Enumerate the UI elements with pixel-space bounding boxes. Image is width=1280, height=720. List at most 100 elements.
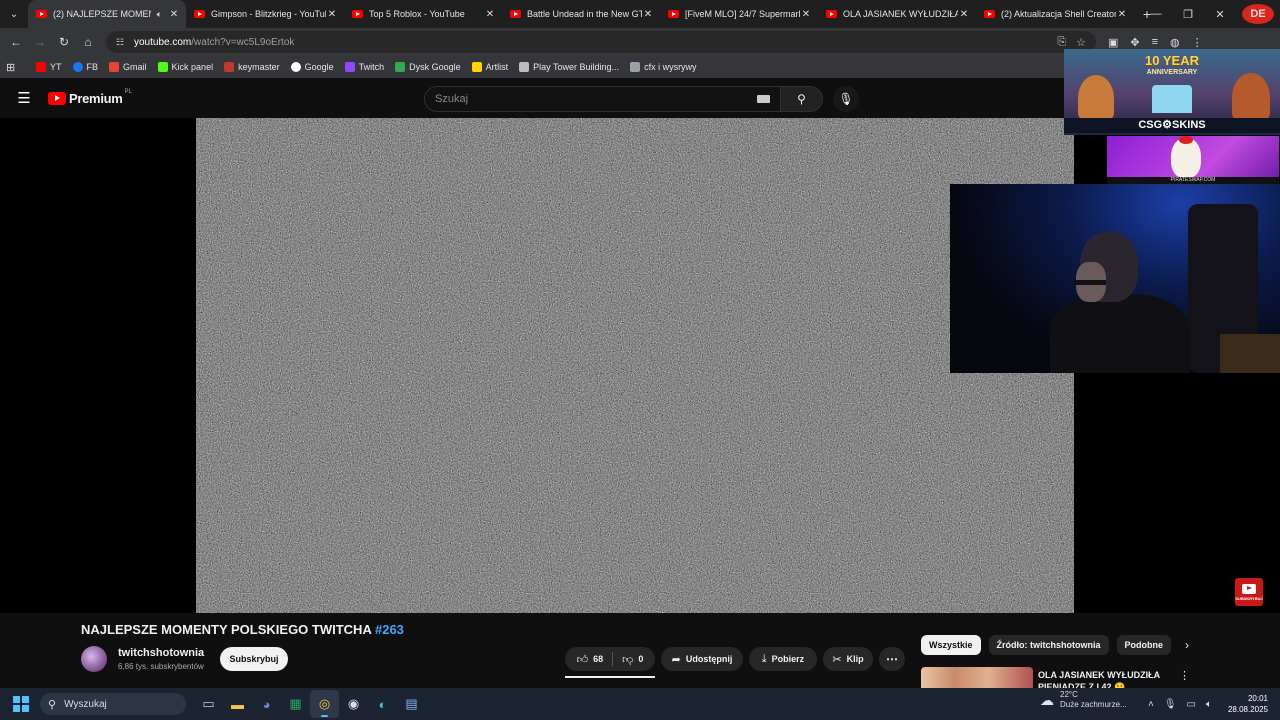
tab-ola-jasianek[interactable]: OLA JASIANEK WYŁUDZIŁA PIE ✕ — [818, 0, 976, 28]
file-explorer-icon[interactable]: ▬ — [223, 690, 252, 718]
excel-icon[interactable]: ▦ — [281, 690, 310, 718]
install-app-icon[interactable]: ⎘ — [1057, 36, 1066, 49]
url-bar[interactable]: ☷ youtube.com/watch?v=wc5L9oErtok ⎘ ☆ — [106, 31, 1096, 53]
bookmark-kick-panel[interactable]: Kick panel — [157, 62, 213, 72]
logo-word: Premium — [69, 90, 123, 106]
ad-banner-csgoskins[interactable]: 10 YEAR ANNIVERSARY CSG⚙SKINS — [1064, 49, 1280, 135]
youtube-favicon-icon — [984, 10, 995, 18]
network-icon[interactable]: ▭ — [1187, 699, 1196, 710]
chevron-up-icon[interactable]: ˄ — [1148, 699, 1154, 710]
site-info-icon[interactable]: ☷ — [116, 37, 128, 48]
back-icon[interactable]: ← — [4, 35, 28, 49]
ad-banner-pirateswap[interactable]: PIRATESWAP.COM — [1107, 136, 1279, 184]
channel-name[interactable]: twitchshotownia — [118, 647, 204, 659]
youtube-favicon-icon — [36, 10, 47, 18]
tab-close-icon[interactable]: ✕ — [1116, 9, 1128, 20]
reload-icon[interactable]: ↻ — [52, 35, 76, 49]
extensions-area: ▣ ✥ ≡ ◍ ⋮ — [1108, 36, 1203, 49]
ad-cake — [1152, 85, 1192, 113]
puzzle-icon[interactable]: ✥ — [1130, 36, 1139, 49]
bookmark-yt[interactable]: YT — [36, 62, 62, 72]
tab-fivem-mlo[interactable]: [FiveM MLO] 24/7 Supermarket ✕ — [660, 0, 818, 28]
menu-kebab-icon[interactable]: ⋮ — [1192, 36, 1203, 49]
task-view-icon[interactable]: ▭ — [194, 690, 223, 718]
chevron-right-icon[interactable]: › — [1185, 638, 1189, 652]
bookmark-google[interactable]: Google — [290, 62, 334, 72]
subscribe-watermark[interactable]: SUBSKRYBUJ — [1235, 578, 1263, 606]
ad-character-right — [1232, 73, 1270, 121]
tab-search-icon[interactable]: ⌄ — [0, 0, 28, 28]
like-button[interactable]: 👍︎ 68 — [568, 647, 613, 671]
search-input[interactable]: Szukaj — [424, 86, 781, 112]
tab-title: OLA JASIANEK WYŁUDZIŁA PIE — [843, 9, 958, 19]
volume-icon[interactable]: 🔈︎ — [1206, 699, 1212, 710]
thumbs-up-icon: 👍︎ — [576, 653, 589, 666]
bookmark-twitch[interactable]: Twitch — [344, 62, 384, 72]
tab-shell-creator[interactable]: (2) Aktualizacja Shell Creator 1. ✕ — [976, 0, 1134, 28]
bookmark-keymaster[interactable]: keymaster — [224, 62, 280, 72]
url-path: /watch?v=wc5L9oErtok — [191, 36, 295, 48]
speaker-icon[interactable]: 🔈︎ — [157, 9, 162, 20]
weather-widget[interactable]: ☁ 22°C Duże zachmurze... — [1040, 690, 1127, 710]
dislike-button[interactable]: 👎︎ 0 — [613, 647, 652, 671]
tab-top5-roblox[interactable]: Top 5 Roblox - YouTube ✕ — [344, 0, 502, 28]
tab-gimpson[interactable]: Gimpson - Blitzkrieg - YouTube ✕ — [186, 0, 344, 28]
minimize-icon[interactable]: — — [1140, 8, 1172, 20]
edge-icon[interactable]: ◐ — [368, 690, 397, 718]
close-window-icon[interactable]: ✕ — [1204, 8, 1236, 21]
subscribe-button[interactable]: Subskrybuj — [220, 647, 288, 671]
recommended-menu-icon[interactable]: ⋮ — [1179, 669, 1190, 682]
bookmark-dysk-google[interactable]: Dysk Google — [395, 62, 461, 72]
keyboard-icon[interactable] — [757, 95, 770, 103]
profile-avatar[interactable]: DE — [1242, 4, 1274, 24]
chip-related[interactable]: Podobne — [1116, 635, 1172, 655]
restore-icon[interactable]: ❐ — [1172, 8, 1204, 21]
extension-icon[interactable]: ▣ — [1108, 36, 1118, 49]
tower-icon — [519, 62, 530, 72]
chip-source[interactable]: Źródło: twitchshotownia — [988, 635, 1109, 655]
microphone-icon[interactable]: 🎙︎ — [1164, 699, 1177, 710]
video-hashtag[interactable]: #263 — [375, 622, 404, 637]
youtube-premium-logo[interactable]: Premium PL — [48, 89, 132, 106]
obs-icon[interactable]: ◉ — [339, 690, 368, 718]
ad-anniversary-subtitle: ANNIVERSARY — [1146, 69, 1198, 76]
bookmark-artlist[interactable]: Artlist — [471, 62, 508, 72]
tab-close-icon[interactable]: ✕ — [642, 9, 654, 20]
taskbar-search[interactable]: ⚲ Wyszukaj — [40, 693, 186, 715]
tab-close-icon[interactable]: ✕ — [484, 9, 496, 20]
apps-grid-icon[interactable]: ⊞ — [6, 61, 20, 74]
search-button[interactable]: ⚲ — [781, 86, 823, 112]
more-actions-button[interactable]: ⋯ — [879, 647, 905, 671]
share-button[interactable]: ➦ Udostępnij — [661, 647, 743, 671]
discord-icon[interactable]: ◕ — [252, 690, 281, 718]
media-controls-icon[interactable]: ≡ — [1152, 36, 1158, 48]
bookmark-play-tower[interactable]: Play Tower Building... — [519, 62, 619, 72]
tab-close-icon[interactable]: ✕ — [168, 9, 180, 20]
tab-battle-undead[interactable]: Battle Undead in the New GTA ✕ — [502, 0, 660, 28]
voice-search-icon[interactable]: 🎙︎ — [833, 86, 859, 112]
recommended-video[interactable]: OLA JASIANEK WYŁUDZIŁA PIENIADZE Z I 42 … — [921, 666, 1221, 691]
chrome-icon[interactable]: ◎ — [310, 690, 339, 718]
user-avatar-icon[interactable]: ◍ — [1170, 36, 1180, 49]
tab-close-icon[interactable]: ✕ — [958, 9, 970, 20]
forward-icon[interactable]: → — [28, 35, 52, 49]
windows-taskbar: ⚲ Wyszukaj ▭ ▬ ◕ ▦ ◎ ◉ ◐ ▤ ☁ 22°C Duże z… — [0, 688, 1280, 720]
video-player[interactable] — [196, 118, 1074, 613]
bookmark-fb[interactable]: FB — [72, 62, 98, 72]
tab-close-icon[interactable]: ✕ — [800, 9, 812, 20]
bookmark-cfx[interactable]: cfx i wysrywy — [630, 62, 697, 72]
chip-all[interactable]: Wszystkie — [921, 635, 981, 655]
hamburger-menu-icon[interactable]: ☰ — [0, 89, 48, 107]
clip-button[interactable]: ✂ Klip — [823, 647, 873, 671]
download-button[interactable]: ⤓ Pobierz — [749, 647, 817, 671]
youtube-favicon-icon — [668, 10, 679, 18]
bookmark-star-icon[interactable]: ☆ — [1076, 36, 1086, 49]
tab-najlepsze-momenty[interactable]: (2) NAJLEPSZE MOMENTY P 🔈︎ ✕ — [28, 0, 186, 28]
tab-close-icon[interactable]: ✕ — [326, 9, 338, 20]
clock[interactable]: 20:01 28.08.2025 — [1228, 693, 1268, 715]
calculator-icon[interactable]: ▤ — [397, 690, 426, 718]
home-icon[interactable]: ⌂ — [76, 35, 100, 49]
windows-start-icon[interactable] — [13, 696, 29, 712]
bookmark-gmail[interactable]: Gmail — [109, 62, 147, 72]
channel-avatar[interactable] — [81, 646, 107, 672]
